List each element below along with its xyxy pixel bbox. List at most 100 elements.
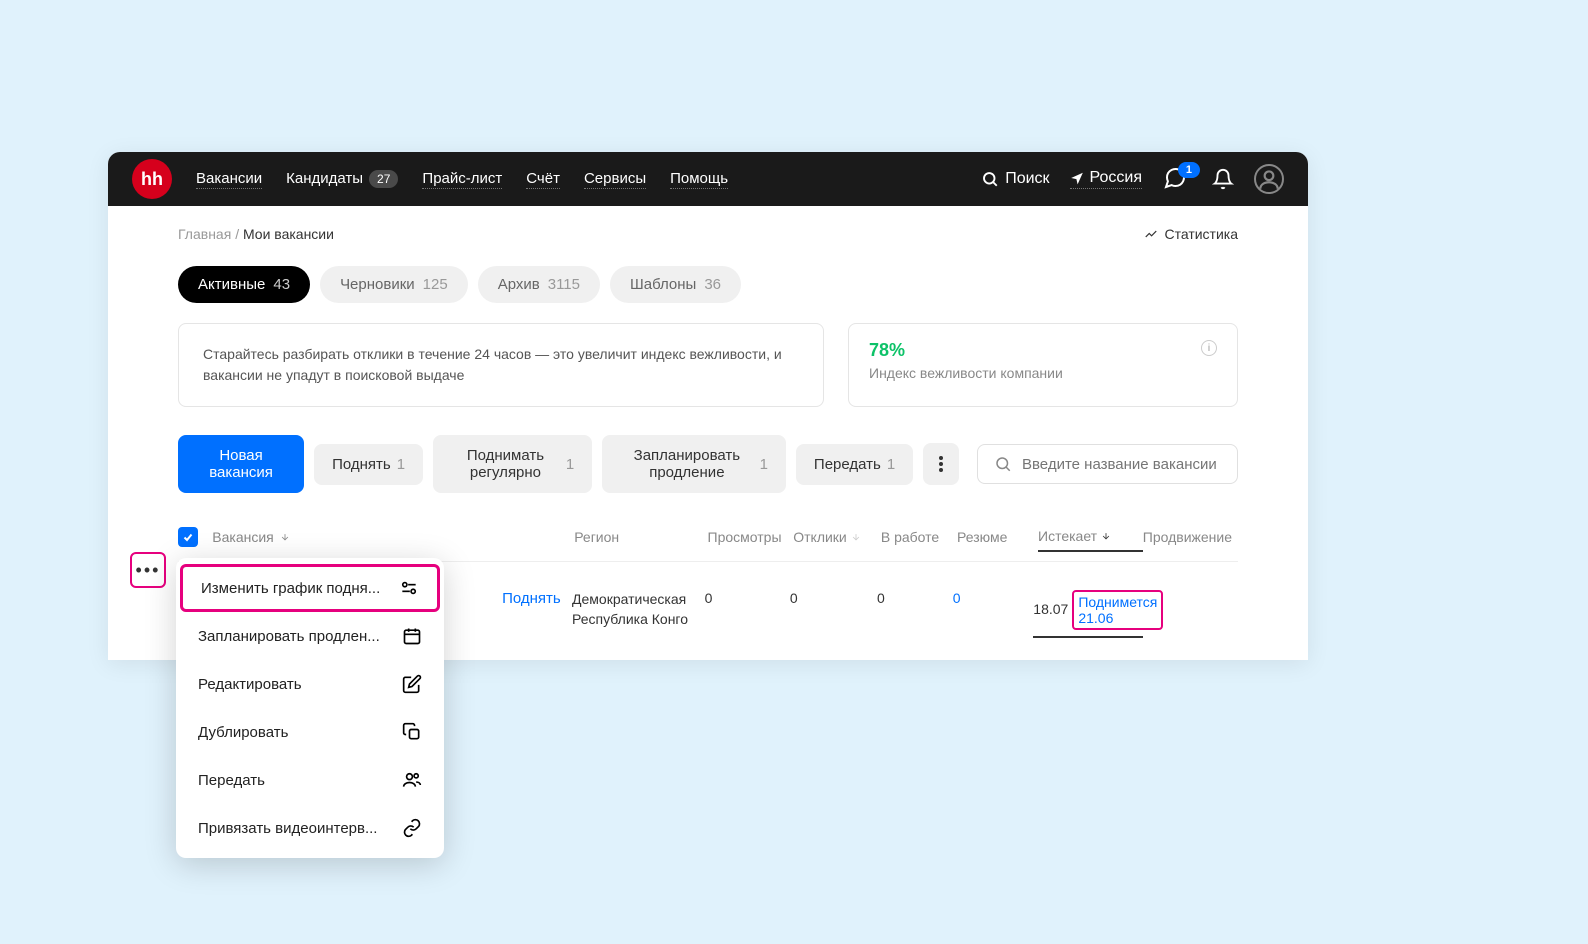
nav-account[interactable]: Счёт [526, 170, 560, 189]
nav-help[interactable]: Помощь [670, 170, 728, 189]
header-in-work[interactable]: В работе [881, 529, 957, 545]
header-expires[interactable]: Истекает [1038, 528, 1143, 552]
search-icon [994, 455, 1012, 473]
chat-button[interactable]: 1 [1162, 166, 1192, 192]
transfer-count: 1 [887, 456, 895, 473]
arrow-down-icon [280, 531, 290, 543]
vacancy-search-input[interactable] [1022, 456, 1221, 473]
row-applies-cell: 0 [790, 590, 877, 606]
link-icon [402, 818, 422, 838]
tab-drafts[interactable]: Черновики 125 [320, 266, 468, 303]
table-header: Вакансия Регион Просмотры Отклики В рабо… [178, 513, 1238, 562]
tab-templates[interactable]: Шаблоны 36 [610, 266, 741, 303]
menu-edit-label: Редактировать [198, 676, 402, 693]
info-icon[interactable]: i [1201, 340, 1217, 356]
schedule-count: 1 [760, 456, 768, 473]
actions-row: Новая вакансия Поднять 1 Поднимать регул… [178, 435, 1238, 493]
dots-horizontal-icon: ••• [136, 561, 161, 579]
expires-date: 18.07 [1033, 601, 1068, 617]
header-expires-label: Истекает [1038, 528, 1097, 544]
breadcrumb-row: Главная / Мои вакансии Статистика [178, 226, 1238, 242]
sliders-icon [399, 578, 419, 598]
header-applies[interactable]: Отклики [793, 529, 881, 545]
header-vacancy[interactable]: Вакансия [212, 529, 574, 545]
politeness-content: 78% Индекс вежливости компании [869, 340, 1063, 381]
check-icon [182, 531, 194, 543]
politeness-percent: 78% [869, 340, 1063, 361]
schedule-extension-button[interactable]: Запланировать продление 1 [602, 435, 786, 493]
row-expires-cell: 18.07 Поднимется 21.06 [1033, 590, 1143, 638]
logo-text: hh [141, 169, 163, 190]
raise-button[interactable]: Поднять 1 [314, 444, 423, 485]
more-actions-button[interactable] [923, 443, 959, 485]
tip-text: Старайтесь разбирать отклики в течение 2… [203, 346, 782, 383]
menu-schedule-extension[interactable]: Запланировать продлен... [176, 612, 444, 660]
menu-attach-video[interactable]: Привязать видеоинтерв... [176, 804, 444, 852]
menu-duplicate[interactable]: Дублировать [176, 708, 444, 756]
nav-vacancies[interactable]: Вакансии [196, 170, 262, 189]
header-search[interactable]: Поиск [981, 170, 1049, 188]
avatar-button[interactable] [1254, 164, 1284, 194]
header-right: Поиск Россия 1 [981, 164, 1284, 194]
statistics-link[interactable]: Статистика [1144, 226, 1238, 242]
header-region[interactable]: Регион [574, 529, 707, 545]
nav-pricing[interactable]: Прайс-лист [422, 170, 502, 189]
menu-change-raise-schedule[interactable]: Изменить график подня... [180, 564, 440, 612]
select-all-cell [178, 527, 212, 547]
recurring-count: 1 [566, 456, 574, 473]
row-actions-trigger[interactable]: ••• [130, 552, 166, 588]
header-resume[interactable]: Резюме [957, 529, 1038, 545]
candidates-badge: 27 [369, 170, 398, 188]
row-raise-link[interactable]: Поднять [502, 590, 561, 607]
raise-label: Поднять [332, 456, 391, 473]
search-label: Поиск [1005, 170, 1049, 188]
hh-logo[interactable]: hh [132, 159, 172, 199]
tip-box: Старайтесь разбирать отклики в течение 2… [178, 323, 824, 407]
menu-transfer-label: Передать [198, 772, 402, 789]
row-region-cell: Демократическая Республика Конго [572, 590, 705, 629]
row-in-work-cell: 0 [877, 590, 953, 606]
tab-active[interactable]: Активные 43 [178, 266, 310, 303]
menu-duplicate-label: Дублировать [198, 724, 402, 741]
nav-candidates[interactable]: Кандидаты 27 [286, 170, 398, 189]
chat-count-badge: 1 [1178, 162, 1200, 178]
location-icon [1070, 171, 1084, 185]
transfer-button[interactable]: Передать 1 [796, 444, 913, 485]
tab-archive-label: Архив [498, 276, 540, 293]
dots-vertical-icon [939, 456, 943, 472]
tab-archive-count: 3115 [548, 276, 580, 293]
tab-templates-label: Шаблоны [630, 276, 696, 293]
header-views[interactable]: Просмотры [708, 529, 794, 545]
stats-label: Статистика [1164, 226, 1238, 242]
tab-drafts-count: 125 [423, 276, 448, 293]
row-actions-menu: Изменить график подня... Запланировать п… [176, 558, 444, 858]
row-resume-cell[interactable]: 0 [953, 590, 1034, 606]
header-promotion[interactable]: Продвижение [1143, 529, 1238, 545]
header-applies-label: Отклики [793, 529, 847, 545]
main-nav: Вакансии Кандидаты 27 Прайс-лист Счёт Се… [196, 170, 981, 189]
vacancy-search-box[interactable] [977, 444, 1238, 484]
raises-date-badge[interactable]: Поднимется 21.06 [1072, 590, 1163, 630]
breadcrumb: Главная / Мои вакансии [178, 226, 334, 242]
user-icon [1256, 166, 1282, 192]
recurring-raise-button[interactable]: Поднимать регулярно 1 [433, 435, 592, 493]
chart-icon [1144, 227, 1158, 241]
tabs: Активные 43 Черновики 125 Архив 3115 Шаб… [178, 266, 1238, 303]
users-icon [402, 770, 422, 790]
region-selector[interactable]: Россия [1070, 169, 1142, 189]
header-vacancy-label: Вакансия [212, 529, 273, 545]
tab-archive[interactable]: Архив 3115 [478, 266, 600, 303]
row-views-cell: 0 [705, 590, 790, 606]
crumb-home[interactable]: Главная [178, 226, 231, 242]
schedule-label: Запланировать продление [620, 447, 753, 481]
new-vacancy-button[interactable]: Новая вакансия [178, 435, 304, 493]
bell-icon[interactable] [1212, 168, 1234, 190]
menu-edit[interactable]: Редактировать [176, 660, 444, 708]
tab-drafts-label: Черновики [340, 276, 415, 293]
nav-services[interactable]: Сервисы [584, 170, 646, 189]
copy-icon [402, 722, 422, 742]
nav-candidates-label: Кандидаты [286, 170, 363, 187]
menu-transfer[interactable]: Передать [176, 756, 444, 804]
select-all-checkbox[interactable] [178, 527, 198, 547]
region-text: Россия [1090, 169, 1142, 187]
